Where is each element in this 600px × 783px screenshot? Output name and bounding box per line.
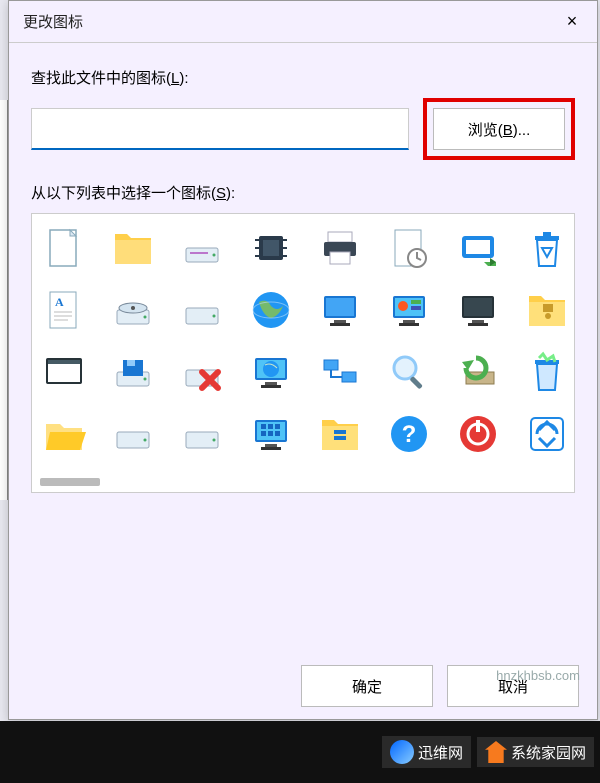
recycle-bin-empty-icon[interactable] bbox=[523, 224, 571, 272]
dialog-title: 更改图标 bbox=[23, 11, 83, 32]
window-icon[interactable] bbox=[40, 348, 88, 396]
horizontal-scrollbar[interactable] bbox=[40, 478, 100, 486]
globe-monitor-icon[interactable] bbox=[247, 348, 295, 396]
change-icon-dialog: 更改图标 × 查找此文件中的图标(L): 浏览(B)... 从以下列表中选择一个… bbox=[8, 0, 598, 720]
ok-button[interactable]: 确定 bbox=[301, 665, 433, 707]
recent-document-icon[interactable] bbox=[385, 224, 433, 272]
watermark-url: hnzkhbsb.com bbox=[496, 668, 580, 683]
drive-icon[interactable] bbox=[178, 224, 226, 272]
hard-drive2-icon[interactable] bbox=[109, 410, 157, 458]
browse-button[interactable]: 浏览(B)... bbox=[433, 108, 565, 150]
close-button[interactable]: × bbox=[547, 1, 597, 43]
titlebar: 更改图标 × bbox=[9, 1, 597, 43]
optical-drive-icon[interactable] bbox=[109, 286, 157, 334]
chip-icon[interactable] bbox=[247, 224, 295, 272]
hard-drive-icon[interactable] bbox=[178, 286, 226, 334]
drive-error-icon[interactable] bbox=[178, 348, 226, 396]
magnifier-icon[interactable] bbox=[385, 348, 433, 396]
zip-folder-icon[interactable] bbox=[523, 286, 571, 334]
watermark-brand-2: 系统家园网 bbox=[477, 737, 594, 767]
printer-icon[interactable] bbox=[316, 224, 364, 272]
run-window-icon[interactable] bbox=[454, 224, 502, 272]
power-icon[interactable] bbox=[454, 410, 502, 458]
globe-icon[interactable] bbox=[247, 286, 295, 334]
close-icon: × bbox=[567, 11, 578, 32]
help-icon[interactable] bbox=[385, 410, 433, 458]
archive-folder-icon[interactable] bbox=[316, 410, 364, 458]
open-folder-icon[interactable] bbox=[40, 410, 88, 458]
icon-path-input[interactable] bbox=[31, 108, 409, 150]
monitor-apps-icon[interactable] bbox=[247, 410, 295, 458]
browse-highlight: 浏览(B)... bbox=[423, 98, 575, 160]
folder-icon[interactable] bbox=[109, 224, 157, 272]
path-label: 查找此文件中的图标(L): bbox=[31, 67, 575, 88]
network-computers-icon[interactable] bbox=[316, 348, 364, 396]
system-restore-icon[interactable] bbox=[454, 348, 502, 396]
icon-list[interactable] bbox=[31, 213, 575, 493]
network-monitor-icon[interactable] bbox=[316, 286, 364, 334]
recycle-action-icon[interactable] bbox=[523, 410, 571, 458]
watermark-brand-1: 迅维网 bbox=[382, 736, 471, 768]
bottom-watermark-bar: 迅维网 系统家园网 bbox=[0, 721, 600, 783]
blank-document-icon[interactable] bbox=[40, 224, 88, 272]
night-mode-monitor-icon[interactable] bbox=[454, 286, 502, 334]
recycle-bin-full-icon[interactable] bbox=[523, 348, 571, 396]
text-document-icon[interactable] bbox=[40, 286, 88, 334]
floppy-drive-icon[interactable] bbox=[109, 348, 157, 396]
control-panel-monitor-icon[interactable] bbox=[385, 286, 433, 334]
select-label: 从以下列表中选择一个图标(S): bbox=[31, 182, 575, 203]
hard-drive3-icon[interactable] bbox=[178, 410, 226, 458]
